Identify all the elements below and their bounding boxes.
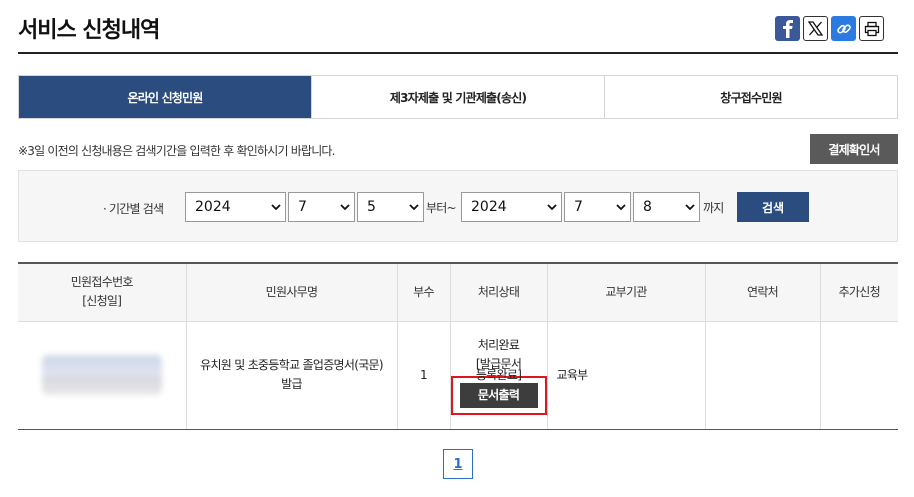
link-icon[interactable] (831, 16, 856, 41)
to-label: 까지 (703, 201, 724, 215)
tab-bar: 온라인 신청민원 제3자제출 및 기관제출(송신) 창구접수민원 (18, 75, 898, 119)
print-icon[interactable] (859, 16, 884, 41)
cell-agency: 교육부 (546, 321, 705, 430)
from-month-select[interactable]: 7 (288, 192, 355, 222)
status-line-3: 등록완료] (475, 368, 522, 381)
print-document-button[interactable]: 문서출력 (459, 382, 538, 408)
chevron-down-icon (340, 204, 350, 211)
title-divider (18, 52, 898, 54)
page-1-link[interactable]: 1 (443, 449, 473, 479)
from-year-value: 2024 (195, 199, 231, 215)
search-panel: · 기간별 검색 2024 7 5 부터~ 2024 7 8 까지 검색 (18, 170, 898, 242)
tab-third-party-submission[interactable]: 제3자제출 및 기관제출(송신) (311, 76, 604, 118)
from-year-select[interactable]: 2024 (185, 192, 286, 222)
chevron-down-icon (616, 204, 626, 211)
share-toolbar (775, 16, 884, 41)
header-application-date-label: [신청일] (82, 294, 122, 309)
to-month-value: 7 (574, 199, 583, 215)
chevron-down-icon (685, 204, 695, 211)
chevron-down-icon (547, 204, 557, 211)
cell-contact (704, 321, 820, 430)
page-title: 서비스 신청내역 (18, 18, 160, 43)
to-month-select[interactable]: 7 (564, 192, 631, 222)
facebook-icon[interactable] (775, 16, 800, 41)
applications-table: 민원접수번호 [신청일] 민원사무명 부수 처리상태 교부기관 연락처 추가신청… (18, 262, 898, 430)
search-button[interactable]: 검색 (737, 192, 809, 222)
from-label: 부터~ (426, 201, 457, 215)
notice-text: ※3일 이전의 신청내용은 검색기간을 입력한 후 확인하시기 바랍니다. (18, 144, 336, 158)
header-service-name: 민원사무명 (185, 262, 397, 322)
print-highlight-box: 등록완료] 문서출력 (450, 369, 547, 415)
to-day-value: 8 (643, 199, 652, 215)
from-month-value: 7 (298, 199, 307, 215)
table-row: 유치원 및 초중등학교 졸업증명서(국문) 발급 1 처리완료 [발급문서 등록… (18, 321, 898, 430)
cell-service-name: 유치원 및 초중등학교 졸업증명서(국문) 발급 (185, 321, 397, 430)
redacted-receipt-number (41, 355, 162, 395)
from-day-value: 5 (367, 199, 376, 215)
chevron-down-icon (271, 204, 281, 211)
payment-confirmation-button[interactable]: 결제확인서 (810, 134, 898, 164)
tab-counter-applications[interactable]: 창구접수민원 (604, 76, 897, 118)
from-day-select[interactable]: 5 (357, 192, 424, 222)
header-contact: 연락처 (704, 262, 820, 322)
header-status: 처리상태 (449, 262, 547, 322)
header-copies: 부수 (396, 262, 450, 322)
to-year-value: 2024 (471, 199, 507, 215)
header-extra-request: 추가신청 (819, 262, 898, 322)
chevron-down-icon (409, 204, 419, 211)
tab-online-applications[interactable]: 온라인 신청민원 (19, 76, 311, 118)
header-receipt-number: 민원접수번호 [신청일] (18, 262, 186, 322)
to-day-select[interactable]: 8 (633, 192, 700, 222)
header-receipt-number-label: 민원접수번호 (70, 275, 134, 290)
cell-receipt-number (18, 321, 186, 430)
table-header-row: 민원접수번호 [신청일] 민원사무명 부수 처리상태 교부기관 연락처 추가신청 (18, 262, 898, 322)
cell-copies: 1 (396, 321, 450, 430)
cell-status: 처리완료 [발급문서 등록완료] 문서출력 (449, 321, 547, 430)
to-year-select[interactable]: 2024 (461, 192, 562, 222)
cell-extra-request (819, 321, 898, 430)
x-icon[interactable] (803, 16, 828, 41)
header-agency: 교부기관 (546, 262, 705, 322)
status-line-1: 처리완료 (477, 337, 520, 352)
search-period-label: · 기간별 검색 (103, 202, 164, 216)
